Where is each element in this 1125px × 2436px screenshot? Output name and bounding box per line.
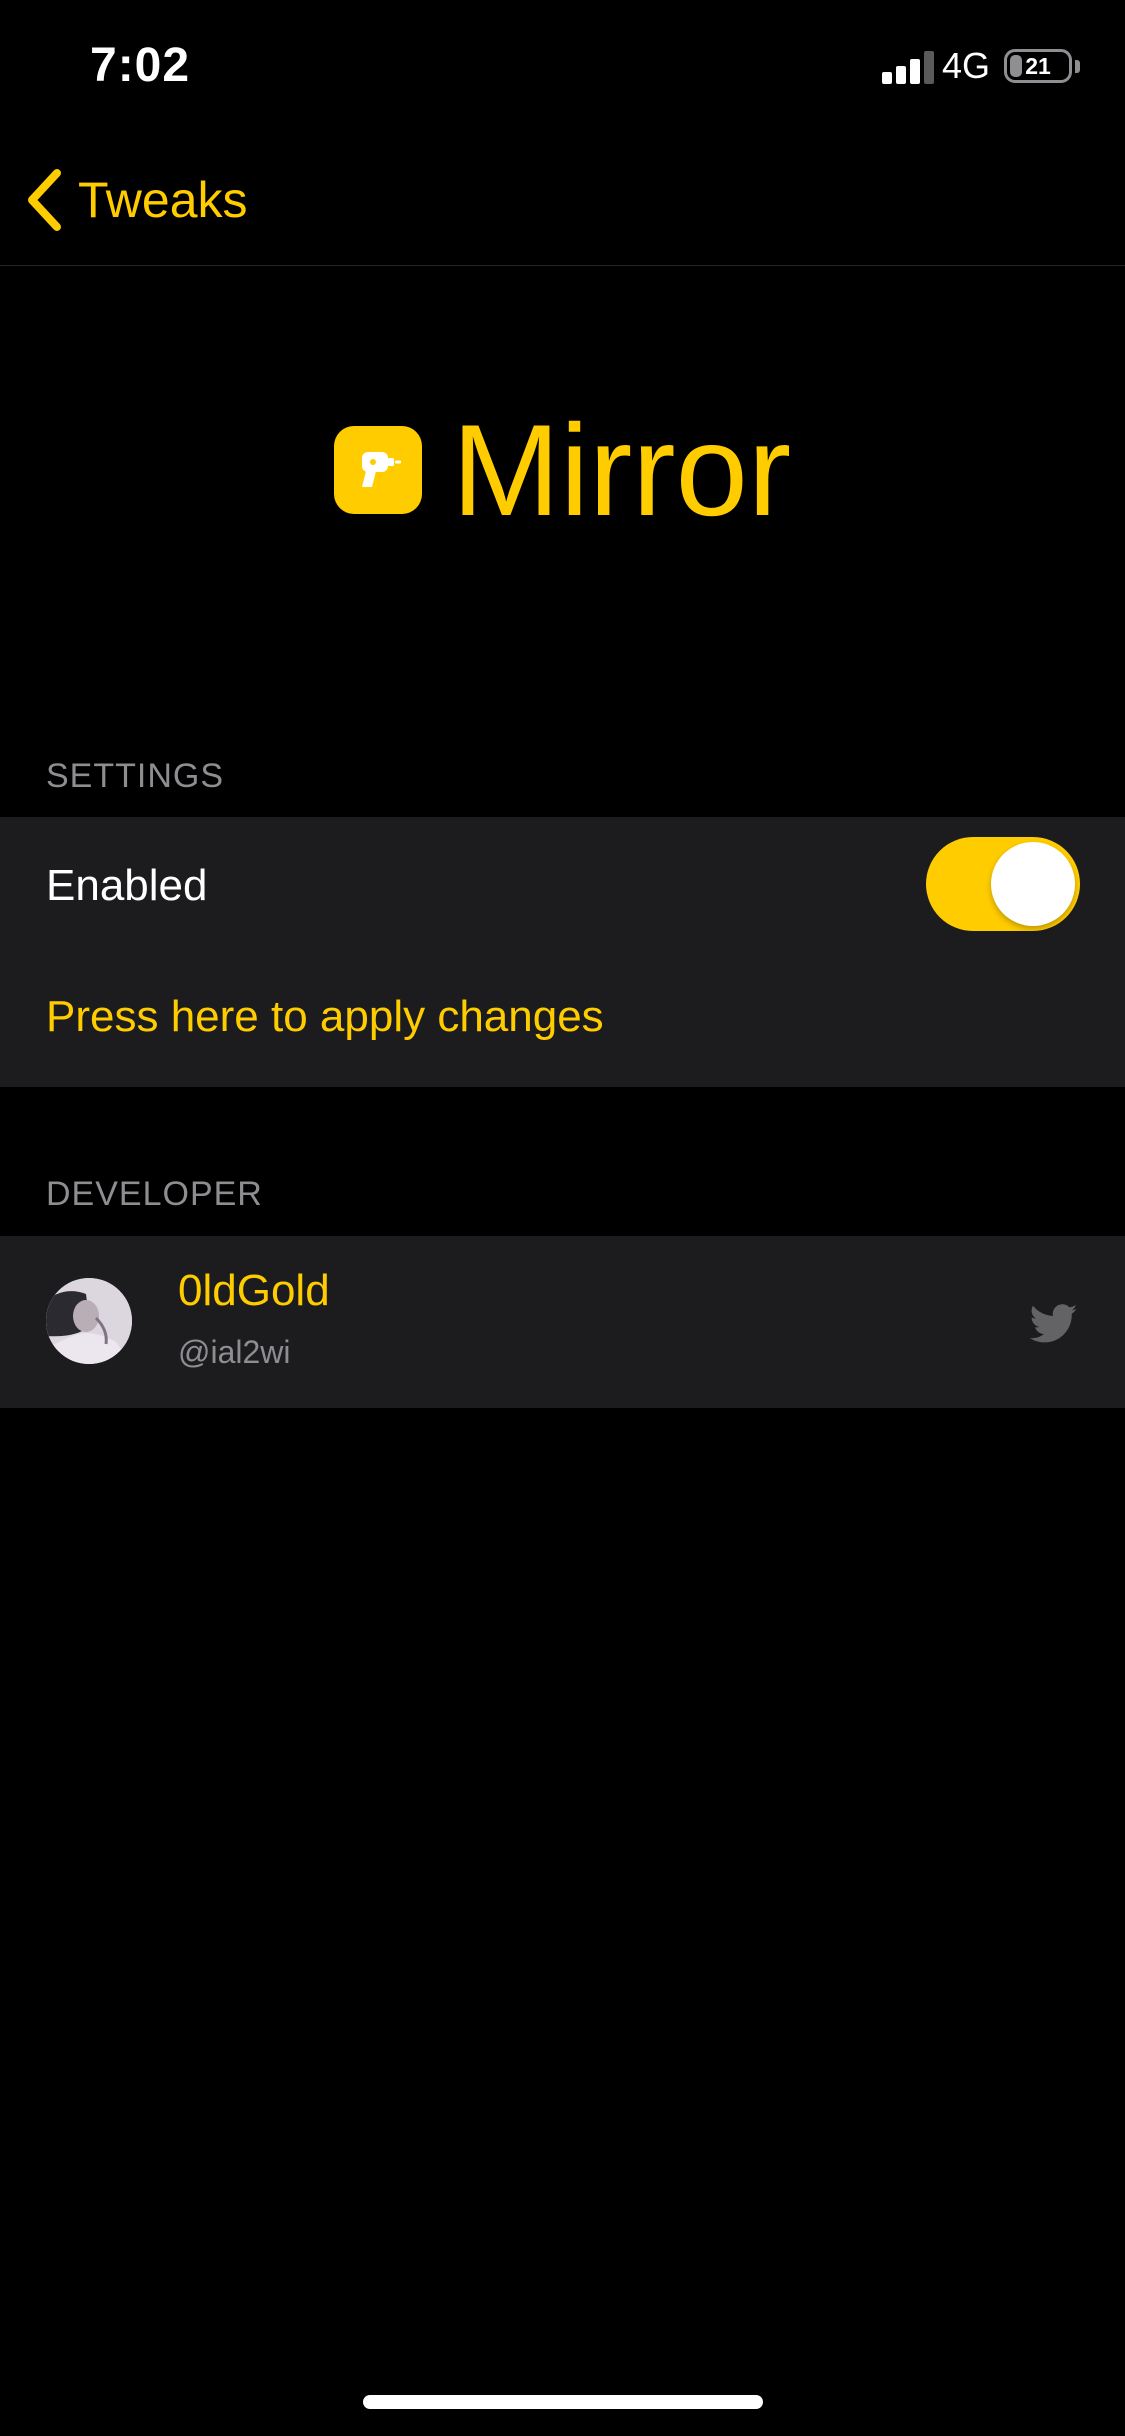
developer-row[interactable]: 0ldGold @ial2wi [0,1236,1125,1408]
chevron-left-icon [28,169,61,231]
status-time: 7:02 [90,39,191,92]
navigation-bar: Tweaks [0,135,1125,266]
battery-level: 21 [1025,53,1051,79]
developer-name: 0ldGold [178,1266,330,1315]
enabled-row: Enabled [0,817,1125,952]
drill-icon [333,426,422,514]
twitter-icon[interactable] [1030,1304,1078,1344]
tweak-title: Mirror [451,397,792,543]
settings-group: Enabled Press here to apply changes [0,817,1125,1087]
home-indicator[interactable] [363,2395,763,2409]
developer-avatar [46,1278,132,1364]
toggle-knob [991,842,1075,926]
enabled-label: Enabled [46,861,208,910]
back-label: Tweaks [78,172,248,228]
developer-section-header: DEVELOPER [46,1175,263,1213]
apply-changes-button[interactable]: Press here to apply changes [0,952,1125,1087]
enabled-toggle[interactable] [926,837,1080,931]
apply-changes-label: Press here to apply changes [46,992,604,1041]
developer-handle: @ial2wi [178,1334,291,1370]
network-type: 4G [942,45,991,86]
settings-section-header: SETTINGS [46,757,225,795]
status-bar: 7:02 4G 21 [0,0,1125,135]
tweak-header: Mirror [0,380,1125,560]
battery-icon: 21 [1004,49,1072,83]
cellular-signal-icon [882,50,934,84]
battery-cap [1075,60,1080,73]
back-button[interactable]: Tweaks [24,165,248,235]
